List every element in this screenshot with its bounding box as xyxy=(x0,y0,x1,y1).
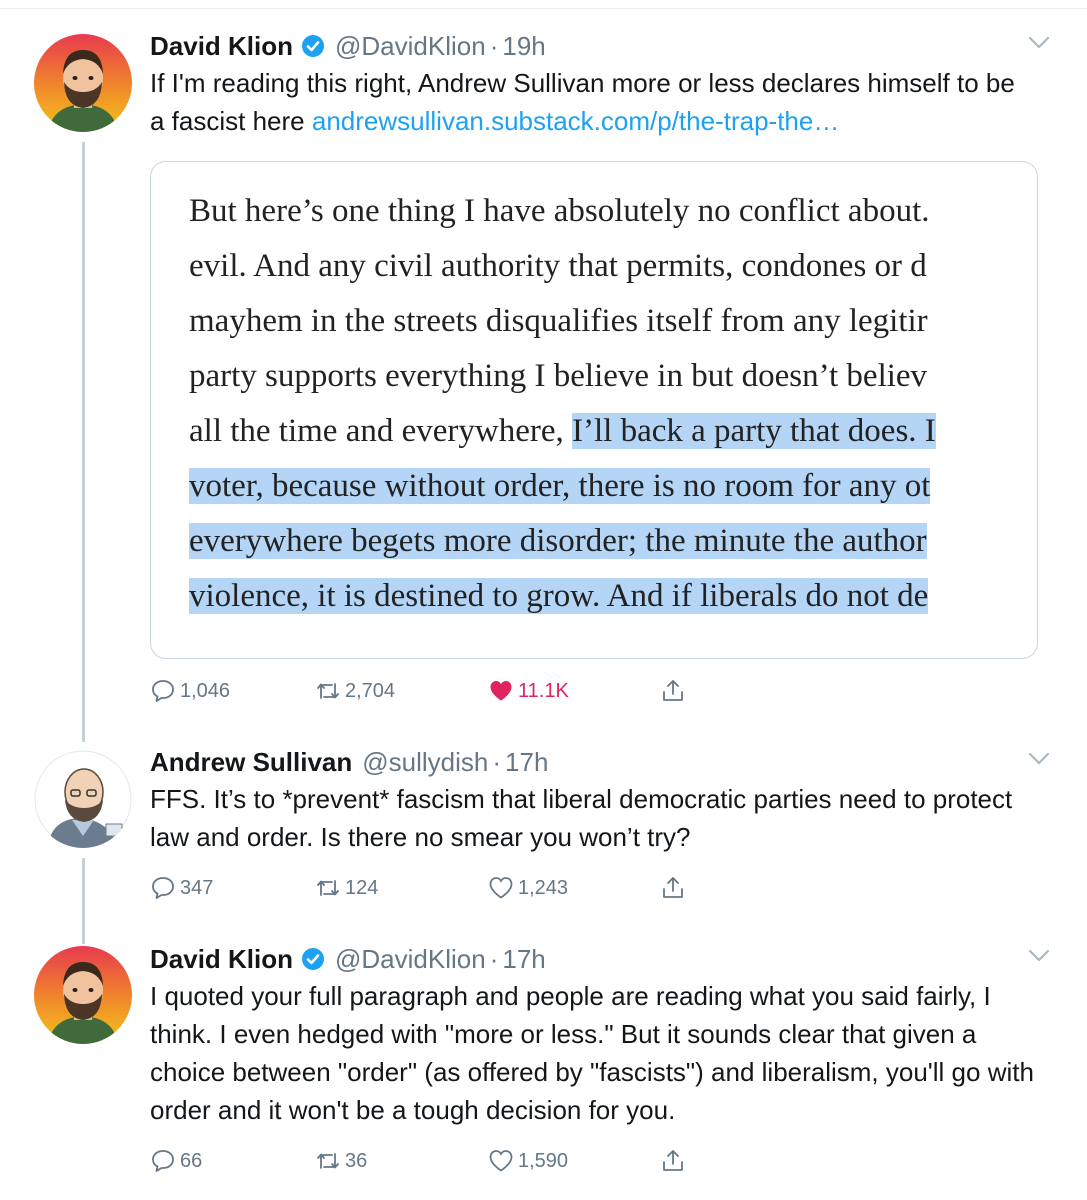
top-divider xyxy=(0,8,1087,9)
separator-dot: · xyxy=(489,30,499,61)
reply-button[interactable]: 347 xyxy=(150,873,213,903)
retweet-icon xyxy=(317,683,339,699)
share-icon xyxy=(663,877,683,898)
share-button[interactable] xyxy=(660,676,690,706)
tweet-header: David Klion @DavidKlion · 19h xyxy=(150,28,1050,64)
tweet-actions: 66 36 1,590 xyxy=(150,1146,710,1176)
excerpt-line: But here’s one thing I have absolutely n… xyxy=(189,193,930,229)
reply-icon xyxy=(152,1150,174,1172)
display-name[interactable]: David Klion xyxy=(150,944,293,975)
reply-button[interactable]: 1,046 xyxy=(150,676,230,706)
highlighted-text: everywhere begets more disorder; the min… xyxy=(189,523,927,559)
excerpt-line: evil. And any civil authority that permi… xyxy=(189,248,927,284)
like-button[interactable]: 11.1K xyxy=(488,676,569,706)
excerpt-line: everywhere begets more disorder; the min… xyxy=(189,514,1037,569)
share-icon xyxy=(663,680,683,701)
excerpt-line: all the time and everywhere, I’ll back a… xyxy=(189,413,936,449)
like-count: 1,590 xyxy=(518,1149,569,1172)
thread-connector-line xyxy=(82,858,85,944)
tweet-header: David Klion @DavidKlion · 17h xyxy=(150,941,1050,977)
tweet-text: If I'm reading this right, Andrew Sulliv… xyxy=(150,64,1030,140)
tweet-header: Andrew Sullivan @sullydish · 17h xyxy=(150,744,1050,780)
avatar-david-klion[interactable] xyxy=(34,34,132,132)
tweet-link[interactable]: andrewsullivan.substack.com/p/the-trap-t… xyxy=(312,106,839,136)
excerpt-line: violence, it is destined to grow. And if… xyxy=(189,569,1037,624)
reply-count: 66 xyxy=(180,1149,203,1172)
avatar-andrew-sullivan[interactable] xyxy=(34,750,132,848)
display-name[interactable]: David Klion xyxy=(150,31,293,62)
tweet-actions: 1,046 2,704 11.1K xyxy=(150,676,710,706)
retweet-button[interactable]: 124 xyxy=(315,873,378,903)
tweet-image-card[interactable]: But here’s one thing I have absolutely n… xyxy=(150,161,1038,659)
reply-button[interactable]: 66 xyxy=(150,1146,202,1176)
avatar-illustration xyxy=(34,34,132,132)
share-button[interactable] xyxy=(660,1146,690,1176)
user-handle[interactable]: @sullydish xyxy=(362,747,488,778)
tweet-1[interactable]: David Klion @DavidKlion · 19h If I'm rea… xyxy=(150,28,1050,140)
highlighted-text: I’ll back a party that does. I xyxy=(572,413,936,449)
timestamp[interactable]: 19h xyxy=(502,31,545,62)
separator-dot: · xyxy=(489,943,499,974)
like-count: 1,243 xyxy=(518,876,569,899)
heart-filled-icon xyxy=(490,681,512,701)
excerpt-line: party supports everything I believe in b… xyxy=(189,358,928,394)
like-count: 11.1K xyxy=(518,679,569,702)
quoted-article-excerpt: But here’s one thing I have absolutely n… xyxy=(189,184,1037,624)
retweet-count: 2,704 xyxy=(345,679,396,702)
share-button[interactable] xyxy=(660,873,690,903)
chevron-down-icon[interactable] xyxy=(1028,36,1050,50)
thread-connector-line xyxy=(82,142,85,742)
retweet-button[interactable]: 2,704 xyxy=(315,676,395,706)
tweet-text: FFS. It’s to *prevent* fascism that libe… xyxy=(150,784,1013,852)
avatar-illustration xyxy=(34,946,132,1044)
excerpt-line: voter, because without order, there is n… xyxy=(189,459,1037,514)
separator-dot: · xyxy=(492,746,502,777)
share-icon xyxy=(663,1150,683,1171)
tweet-text: I quoted your full paragraph and people … xyxy=(150,981,1034,1125)
verified-badge-icon xyxy=(302,948,325,970)
highlighted-text: voter, because without order, there is n… xyxy=(189,468,931,504)
tweet-3[interactable]: David Klion @DavidKlion · 17h I quoted y… xyxy=(150,941,1050,1129)
tweet-2[interactable]: Andrew Sullivan @sullydish · 17h FFS. It… xyxy=(150,744,1050,856)
reply-icon xyxy=(152,680,174,702)
avatar-illustration xyxy=(34,750,132,848)
tweet-actions: 347 124 1,243 xyxy=(150,873,710,903)
user-handle[interactable]: @DavidKlion xyxy=(335,944,486,975)
like-button[interactable]: 1,590 xyxy=(488,1146,568,1176)
excerpt-line: mayhem in the streets disqualifies itsel… xyxy=(189,303,928,339)
highlighted-text: violence, it is destined to grow. And if… xyxy=(189,578,929,614)
heart-icon xyxy=(489,1150,513,1172)
display-name[interactable]: Andrew Sullivan xyxy=(150,747,352,778)
retweet-count: 36 xyxy=(345,1149,368,1172)
like-button[interactable]: 1,243 xyxy=(488,873,568,903)
timestamp[interactable]: 17h xyxy=(505,747,548,778)
chevron-down-icon[interactable] xyxy=(1028,949,1050,963)
retweet-count: 124 xyxy=(345,876,379,899)
verified-badge-icon xyxy=(302,35,325,57)
reply-icon xyxy=(152,877,174,899)
timestamp[interactable]: 17h xyxy=(502,944,545,975)
avatar-david-klion[interactable] xyxy=(34,946,132,1044)
retweet-icon xyxy=(317,880,339,896)
retweet-icon xyxy=(317,1153,339,1169)
user-handle[interactable]: @DavidKlion xyxy=(335,31,486,62)
chevron-down-icon[interactable] xyxy=(1028,752,1050,766)
reply-count: 347 xyxy=(180,876,214,899)
heart-icon xyxy=(489,877,513,899)
reply-count: 1,046 xyxy=(180,679,231,702)
retweet-button[interactable]: 36 xyxy=(315,1146,367,1176)
